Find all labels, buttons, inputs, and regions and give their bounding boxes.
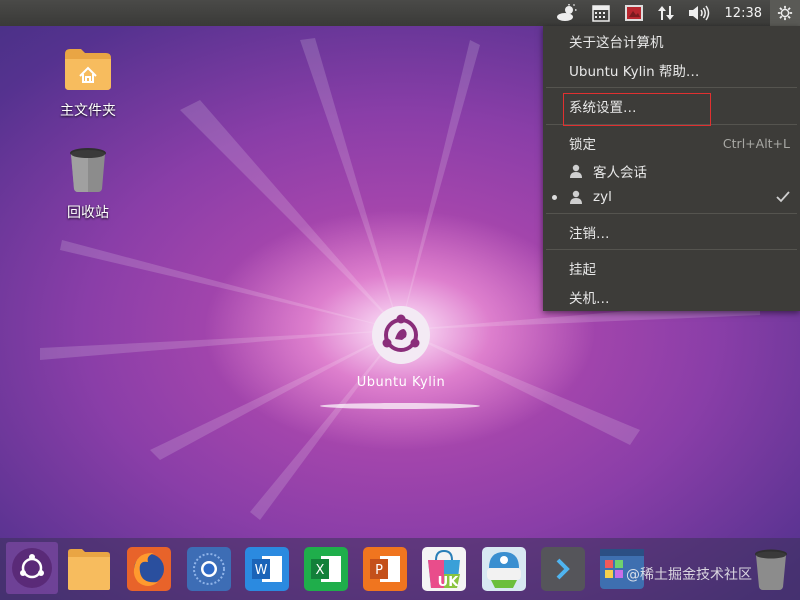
svg-text:W: W: [255, 563, 268, 578]
terminal-icon: [541, 547, 585, 591]
check-icon: [776, 191, 790, 203]
gear-icon[interactable]: [770, 0, 800, 26]
dock-item-firefox[interactable]: [126, 546, 172, 592]
dock-item-kylin-assistant[interactable]: [481, 546, 527, 592]
menu-item-shutdown[interactable]: 关机…: [543, 284, 800, 310]
menu-item-lock-label: 锁定: [569, 137, 596, 153]
logo-text: Ubuntu Kylin: [356, 375, 446, 390]
user-icon: [570, 190, 582, 204]
weather-icon[interactable]: [549, 0, 585, 26]
menu-item-logout[interactable]: 注销…: [543, 219, 800, 245]
settings-highlight-box: [563, 93, 711, 126]
firefox-icon: [127, 547, 171, 591]
menu-item-about-label: 关于这台计算机: [569, 35, 664, 51]
desktop-home-folder[interactable]: 主文件夹: [48, 46, 128, 120]
menu-item-suspend[interactable]: 挂起: [543, 255, 800, 281]
wps-writer-icon: W: [245, 547, 289, 591]
dock-item-trash[interactable]: [748, 546, 794, 592]
menu-item-shutdown-label: 关机…: [569, 291, 610, 307]
dock-item-software-center[interactable]: UK: [421, 546, 467, 592]
desktop-trash[interactable]: 回收站: [48, 146, 128, 222]
system-tray: 12:38: [549, 0, 800, 26]
ubuntu-kylin-logo-icon: [372, 306, 430, 364]
user-icon: [570, 164, 582, 178]
screenshot-icon[interactable]: [617, 0, 651, 26]
ubuntu-kylin-logo: Ubuntu Kylin: [355, 305, 447, 390]
active-user-dot: [552, 195, 557, 200]
menu-separator: [546, 87, 797, 88]
trash-label: 回收站: [67, 205, 109, 221]
menu-separator: [546, 213, 797, 214]
software-center-icon: UK: [422, 547, 466, 591]
svg-text:X: X: [316, 563, 325, 578]
assistant-icon: [482, 547, 526, 591]
svg-text:P: P: [375, 563, 383, 578]
calendar-icon[interactable]: [585, 0, 617, 26]
trash-icon: [755, 549, 787, 590]
network-icon[interactable]: [651, 0, 681, 26]
menu-item-lock[interactable]: 锁定 Ctrl+Alt+L: [543, 130, 800, 156]
watermark: @稀土掘金技术社区: [626, 567, 752, 583]
ubuntu-kylin-icon: [12, 548, 52, 588]
top-panel: 12:38: [0, 0, 800, 26]
dock-item-ubuntu-kylin[interactable]: [6, 542, 58, 594]
dock-item-browser[interactable]: [186, 546, 232, 592]
home-folder-icon: [65, 49, 111, 90]
dock-item-wps-presentation[interactable]: P: [362, 546, 408, 592]
browser-icon: [187, 547, 231, 591]
dock-item-files[interactable]: [66, 546, 112, 592]
session-menu: 关于这台计算机 Ubuntu Kylin 帮助… 系统设置… 锁定 Ctrl+A…: [543, 26, 800, 311]
lock-shortcut: Ctrl+Alt+L: [722, 135, 790, 151]
clock[interactable]: 12:38: [717, 6, 770, 21]
dock-item-wps-spreadsheets[interactable]: X: [303, 546, 349, 592]
menu-item-user-label: zyl: [593, 189, 612, 205]
menu-item-suspend-label: 挂起: [569, 262, 596, 278]
menu-item-about[interactable]: 关于这台计算机: [543, 28, 800, 54]
menu-item-logout-label: 注销…: [569, 226, 610, 242]
home-folder-label: 主文件夹: [60, 103, 116, 119]
dock-item-wps-writer[interactable]: W: [244, 546, 290, 592]
menu-item-guest-session[interactable]: 客人会话: [543, 158, 800, 184]
folder-icon: [68, 549, 110, 590]
wps-presentation-icon: P: [363, 547, 407, 591]
wps-spreadsheets-icon: X: [304, 547, 348, 591]
menu-item-guest-label: 客人会话: [593, 165, 647, 181]
menu-separator: [546, 249, 797, 250]
uk-badge: UK: [438, 575, 460, 590]
menu-item-help[interactable]: Ubuntu Kylin 帮助…: [543, 57, 800, 83]
dock-item-terminal[interactable]: [540, 546, 586, 592]
menu-item-help-label: Ubuntu Kylin 帮助…: [569, 64, 700, 80]
trash-icon: [70, 148, 106, 192]
volume-icon[interactable]: [681, 0, 717, 26]
menu-item-current-user[interactable]: zyl: [543, 184, 800, 210]
